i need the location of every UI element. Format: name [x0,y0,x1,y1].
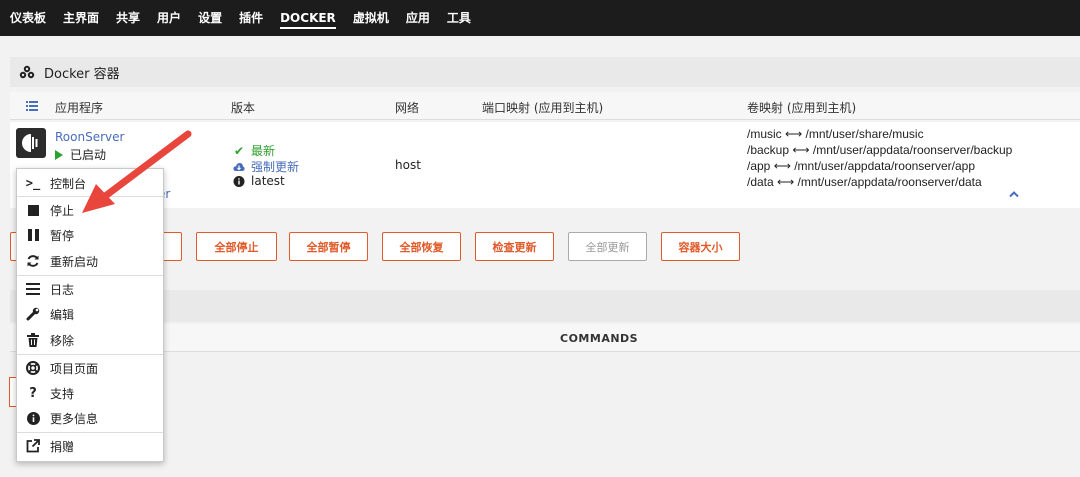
volume-mapping: /app ⟷ /mnt/user/appdata/roonserver/app [747,159,975,173]
table-header: 应用程序 版本 网络 端口映射 (应用到主机) 卷映射 (应用到主机) [10,92,1080,120]
nav-docker[interactable]: DOCKER [280,0,336,36]
cubes-icon [19,65,35,79]
nav-plugins[interactable]: 插件 [239,0,263,36]
menu-item-restart[interactable]: 重新启动 [17,249,163,273]
section-title: Docker 容器 [10,57,1080,87]
nav-vms[interactable]: 虚拟机 [353,0,389,36]
version-latest-text: 最新 [251,144,276,158]
commands-header: COMMANDS [10,324,1080,352]
menu-item-support[interactable]: ? 支持 [17,381,163,405]
header-ports: 端口映射 (应用到主机) [482,101,604,115]
nav-tools[interactable]: 工具 [447,0,471,36]
roon-logo-icon [22,133,41,153]
roon-app-icon[interactable] [16,128,46,158]
volume-mapping: /backup ⟷ /mnt/user/appdata/roonserver/b… [747,143,1013,157]
volume-mapping: /music ⟷ /mnt/user/share/music [747,127,924,141]
nav-main[interactable]: 主界面 [63,0,99,36]
nav-settings[interactable]: 设置 [198,0,222,36]
version-latest: ✔ 最新 [233,142,275,159]
nav-shares[interactable]: 共享 [116,0,140,36]
force-update-link[interactable]: 强制更新 [233,158,299,175]
menu-item-log[interactable]: 日志 [17,277,163,301]
pause-all-button[interactable]: 全部暂停 [289,232,368,261]
annotation-arrow [82,130,192,213]
header-network: 网络 [395,101,420,115]
menu-item-edit[interactable]: 编辑 [17,302,163,326]
header-volumes: 卷映射 (应用到主机) [747,101,857,115]
trash-icon [25,332,41,348]
stop-icon [25,202,41,218]
network-value: host [395,158,421,172]
version-tag-text: latest [251,174,285,188]
volume-mapping: /data ⟷ /mnt/user/appdata/roonserver/dat… [747,175,982,189]
cloud-download-icon [233,162,245,171]
menu-item-pause[interactable]: 暂停 [17,223,163,247]
update-all-button[interactable]: 全部更新 [568,232,647,261]
commands-header-text: COMMANDS [560,332,639,345]
terminal-icon: >_ [25,176,41,190]
section-title-text: Docker 容器 [44,66,120,82]
nav-apps[interactable]: 应用 [406,0,430,36]
info-icon [233,175,245,187]
header-version: 版本 [231,101,256,115]
force-update-text: 强制更新 [251,160,300,174]
resume-all-button[interactable]: 全部恢复 [382,232,461,261]
refresh-icon [25,253,41,269]
info-circle-icon [25,410,41,426]
chevron-up-icon[interactable] [1009,190,1019,198]
container-size-button[interactable]: 容器大小 [661,232,740,261]
check-icon: ✔ [233,143,245,158]
life-ring-icon [25,360,41,376]
menu-item-project-page[interactable]: 项目页面 [17,356,163,380]
menu-lines-icon [25,281,41,297]
menu-item-more-info[interactable]: 更多信息 [17,406,163,430]
stop-all-button[interactable]: 全部停止 [196,232,277,261]
list-view-icon[interactable] [26,101,38,111]
header-app: 应用程序 [55,101,104,115]
section-band [10,290,1080,322]
top-nav: 仪表板 主界面 共享 用户 设置 插件 DOCKER 虚拟机 应用 工具 [0,0,1080,36]
nav-users[interactable]: 用户 [157,0,181,36]
menu-item-donate[interactable]: 捐赠 [17,434,163,458]
menu-item-remove[interactable]: 移除 [17,328,163,352]
pause-icon [25,227,41,243]
external-link-icon [25,438,41,454]
version-tag: latest [233,174,285,188]
wrench-icon [25,306,41,322]
question-icon: ? [29,385,37,401]
nav-dashboard[interactable]: 仪表板 [10,0,46,36]
check-updates-button[interactable]: 检查更新 [475,232,554,261]
